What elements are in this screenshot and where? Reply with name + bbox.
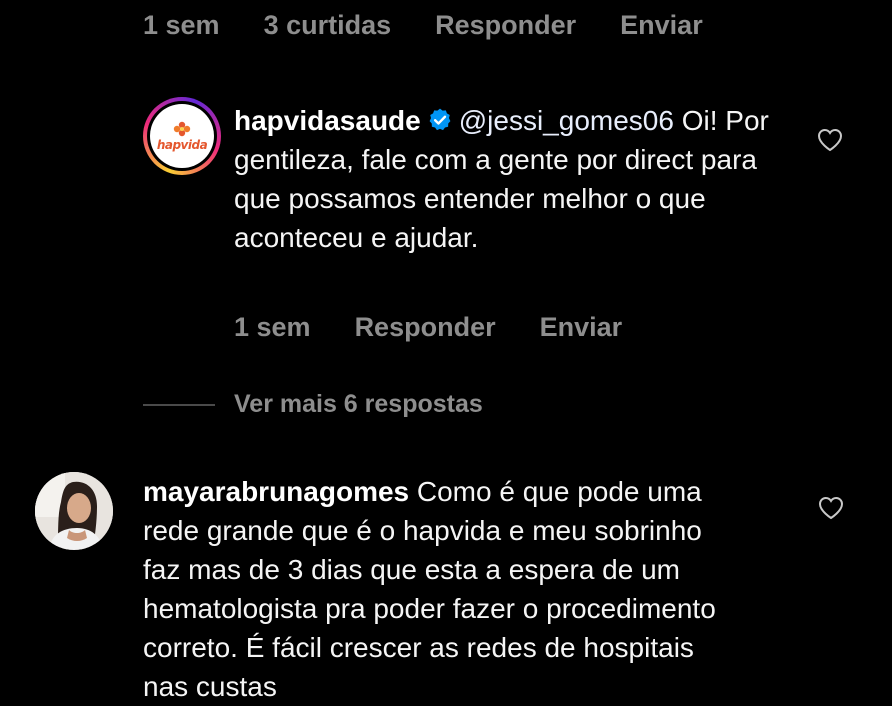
previous-comment-actions: 1 sem 3 curtidas Responder Enviar [143, 10, 747, 41]
verified-badge-icon [429, 108, 451, 131]
view-more-replies-button[interactable]: Ver mais 6 respostas [143, 390, 483, 419]
reply-actions: 1 sem Responder Enviar [234, 312, 666, 343]
user-avatar[interactable] [35, 472, 113, 550]
reply-button[interactable]: Responder [355, 312, 496, 343]
mention-link[interactable]: @jessi_gomes06 [459, 105, 674, 136]
reply-text-block: hapvidasaude @jessi_gomes06 Oi! Por gent… [234, 101, 794, 257]
hapvida-logo: hapvida [150, 104, 214, 168]
heart-outline-icon[interactable] [817, 128, 843, 152]
comment-text: Como é que pode uma rede grande que é o … [143, 476, 716, 702]
comment-timestamp: 1 sem [143, 10, 220, 40]
divider-line [143, 403, 215, 406]
send-button[interactable]: Enviar [540, 312, 623, 343]
user-photo [35, 472, 113, 550]
heart-outline-icon[interactable] [818, 496, 844, 520]
logo-text: hapvida [156, 137, 208, 152]
flower-logo-icon [173, 121, 191, 136]
send-button[interactable]: Enviar [620, 10, 703, 41]
comment-username[interactable]: mayarabrunagomes [143, 476, 409, 507]
reply-timestamp: 1 sem [234, 312, 311, 342]
reply-button[interactable]: Responder [435, 10, 576, 41]
likes-count-button[interactable]: 3 curtidas [264, 10, 392, 41]
view-more-label: Ver mais 6 respostas [234, 390, 483, 418]
hapvida-avatar[interactable]: hapvida [143, 97, 221, 175]
reply-username[interactable]: hapvidasaude [234, 105, 421, 136]
comment-text-block: mayarabrunagomes Como é que pode uma red… [143, 472, 743, 706]
